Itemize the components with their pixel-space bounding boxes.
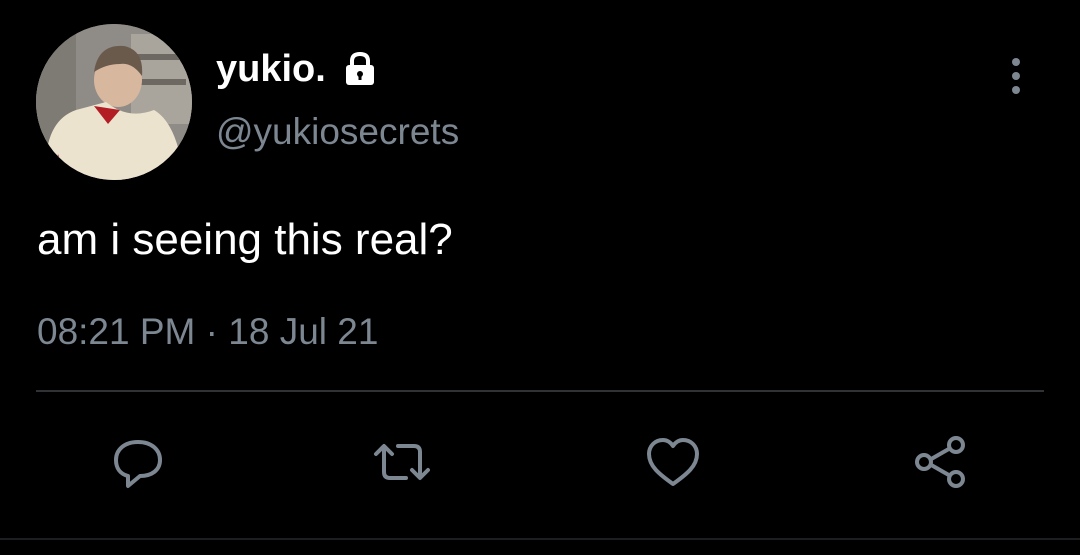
display-name[interactable]: yukio. [216, 46, 326, 92]
avatar[interactable] [36, 24, 192, 180]
heart-icon [647, 438, 699, 486]
like-button[interactable] [643, 432, 703, 492]
tweet-time: 08:21 PM [37, 311, 196, 352]
display-name-row: yukio. [216, 46, 380, 92]
reply-icon [114, 440, 162, 488]
share-icon [915, 436, 965, 488]
avatar-image [36, 24, 192, 180]
timestamp-separator: · [205, 311, 218, 352]
share-button[interactable] [910, 432, 970, 492]
retweet-button[interactable] [372, 432, 432, 492]
tweet-date: 18 Jul 21 [228, 311, 379, 352]
retweet-icon [374, 444, 430, 480]
tweet-text: am i seeing this real? [37, 215, 453, 264]
tweet-timestamp[interactable]: 08:21 PM · 18 Jul 21 [37, 306, 378, 358]
more-vertical-icon [1012, 58, 1020, 94]
user-handle[interactable]: @yukiosecrets [216, 108, 459, 156]
lock-icon [340, 49, 380, 89]
divider [36, 390, 1044, 392]
bottom-divider [0, 538, 1080, 540]
reply-button[interactable] [108, 432, 168, 492]
more-options-button[interactable] [996, 52, 1036, 100]
